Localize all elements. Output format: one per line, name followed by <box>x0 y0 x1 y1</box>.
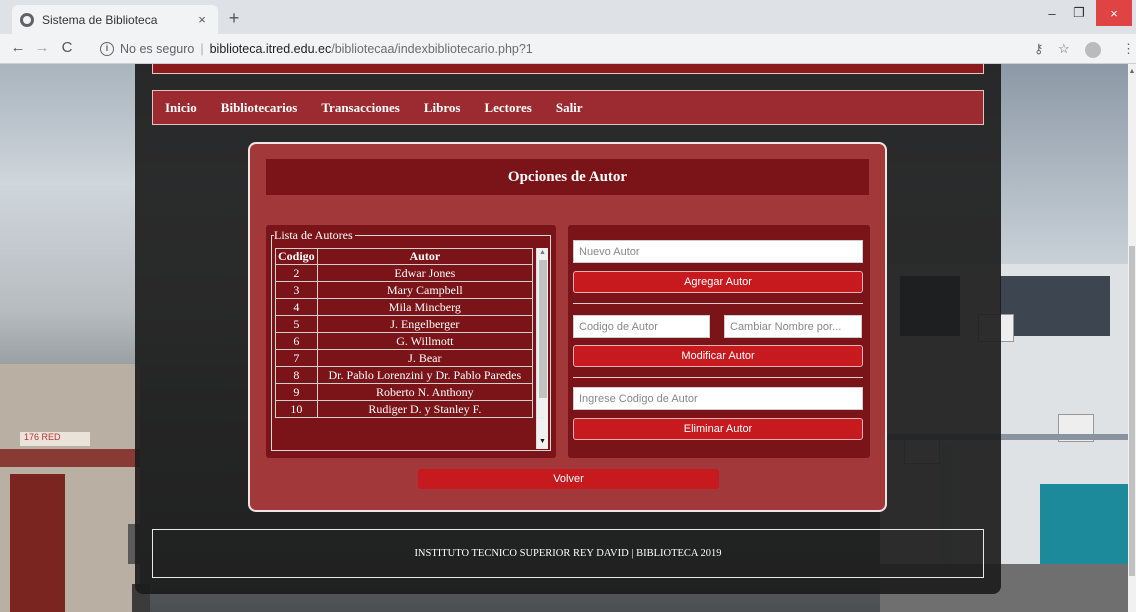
cell-author: J. Engelberger <box>317 316 532 332</box>
cell-author: J. Bear <box>317 350 532 366</box>
panel-title: Opciones de Autor <box>266 159 869 195</box>
back-button[interactable]: Volver <box>418 469 719 489</box>
header-strip <box>152 64 984 74</box>
cell-author: Mila Mincberg <box>317 299 532 315</box>
header-code: Codigo <box>276 249 317 264</box>
browser-toolbar: ← → C i No es seguro | biblioteca.itred.… <box>0 34 1136 64</box>
nav-inicio[interactable]: Inicio <box>165 100 197 116</box>
author-code-input[interactable] <box>573 315 710 338</box>
background-sign: 176 RED <box>20 432 90 446</box>
maximize-icon[interactable]: ❐ <box>1066 0 1092 26</box>
browser-tab[interactable]: Sistema de Biblioteca × <box>12 5 218 34</box>
url-path: /bibliotecaa/indexbibliotecario.php?1 <box>331 42 533 56</box>
table-row: 4 Mila Mincberg <box>276 299 532 315</box>
main-nav: Inicio Bibliotecarios Transacciones Libr… <box>152 90 984 125</box>
cell-code: 5 <box>276 316 317 332</box>
nav-libros[interactable]: Libros <box>424 100 461 116</box>
table-row: 9 Roberto N. Anthony <box>276 384 532 400</box>
cell-code: 9 <box>276 384 317 400</box>
cell-author: Roberto N. Anthony <box>317 384 532 400</box>
delete-author-button[interactable]: Eliminar Autor <box>573 418 863 440</box>
cell-code: 10 <box>276 401 317 417</box>
tab-title: Sistema de Biblioteca <box>42 12 158 27</box>
cell-code: 2 <box>276 265 317 281</box>
scroll-up-icon[interactable]: ▲ <box>539 249 546 256</box>
author-options-panel: Opciones de Autor Lista de Autores Codig… <box>248 142 887 512</box>
security-label: No es seguro <box>120 42 195 56</box>
url-separator: | <box>200 42 204 56</box>
cell-author: Rudiger D. y Stanley F. <box>317 401 532 417</box>
modify-author-button[interactable]: Modificar Autor <box>573 345 863 367</box>
info-icon[interactable]: i <box>100 42 114 56</box>
back-arrow-icon[interactable]: ← <box>8 39 28 56</box>
author-list-scrollbar[interactable]: ▲ ▼ <box>536 248 548 449</box>
cell-code: 6 <box>276 333 317 349</box>
cell-author: Dr. Pablo Lorenzini y Dr. Pablo Paredes <box>317 367 532 383</box>
author-list-box: Lista de Autores Codigo Autor 2 Edwar Jon… <box>266 225 556 458</box>
scroll-thumb[interactable] <box>539 260 547 398</box>
page-scroll-thumb[interactable] <box>1129 246 1135 576</box>
scroll-down-icon[interactable]: ▼ <box>539 438 546 445</box>
author-table: Codigo Autor 2 Edwar Jones 3 Mary Campbell… <box>275 248 533 418</box>
table-row: 8 Dr. Pablo Lorenzini y Dr. Pablo Paredes <box>276 367 532 383</box>
background-sky <box>1000 64 1128 264</box>
cell-author: Mary Campbell <box>317 282 532 298</box>
page-footer: INSTITUTO TECNICO SUPERIOR REY DAVID | B… <box>152 529 984 578</box>
key-icon[interactable]: ⚷ <box>1034 41 1044 57</box>
cell-code: 4 <box>276 299 317 315</box>
author-list-legend: Lista de Autores <box>274 228 355 243</box>
globe-icon <box>20 12 34 27</box>
header-author: Autor <box>317 249 532 264</box>
url-host: biblioteca.itred.edu.ec <box>209 42 332 56</box>
nav-bibliotecarios[interactable]: Bibliotecarios <box>221 100 298 116</box>
table-row: 7 J. Bear <box>276 350 532 366</box>
cell-code: 3 <box>276 282 317 298</box>
author-list-fieldset: Lista de Autores Codigo Autor 2 Edwar Jon… <box>271 228 551 451</box>
author-table-wrap: Codigo Autor 2 Edwar Jones 3 Mary Campbell… <box>275 248 533 449</box>
page-scroll-up-icon[interactable]: ▲ <box>1128 68 1136 75</box>
window-close-icon[interactable]: × <box>1096 0 1132 26</box>
table-row: 2 Edwar Jones <box>276 265 532 281</box>
cell-author: Edwar Jones <box>317 265 532 281</box>
nav-transacciones[interactable]: Transacciones <box>321 100 399 116</box>
browser-tabbar: Sistema de Biblioteca × + – ❐ × <box>0 0 1136 34</box>
new-author-input[interactable] <box>573 240 863 263</box>
browser-menu-icon[interactable]: ⋮ <box>1122 41 1135 57</box>
bookmark-star-icon[interactable]: ☆ <box>1058 41 1070 57</box>
background-building-left: 176 RED <box>0 364 150 612</box>
new-tab-button[interactable]: + <box>224 8 244 29</box>
cell-code: 8 <box>276 367 317 383</box>
table-header-row: Codigo Autor <box>276 249 532 264</box>
form-divider <box>573 303 863 304</box>
profile-avatar[interactable] <box>1085 42 1101 58</box>
table-row: 6 G. Willmott <box>276 333 532 349</box>
cell-author: G. Willmott <box>317 333 532 349</box>
nav-salir[interactable]: Salir <box>556 100 583 116</box>
page-viewport: 176 RED Inicio Bibliotecarios Transaccio… <box>0 64 1128 612</box>
nav-lectores[interactable]: Lectores <box>484 100 531 116</box>
rename-author-input[interactable] <box>724 315 862 338</box>
minimize-icon[interactable]: – <box>1040 0 1064 26</box>
table-row: 10 Rudiger D. y Stanley F. <box>276 401 532 417</box>
reload-icon[interactable]: C <box>57 39 77 56</box>
forward-arrow-icon[interactable]: → <box>32 39 52 56</box>
table-row: 3 Mary Campbell <box>276 282 532 298</box>
form-divider <box>573 377 863 378</box>
address-bar[interactable]: i No es seguro | biblioteca.itred.edu.ec… <box>84 37 1024 61</box>
page-scrollbar[interactable]: ▲ <box>1128 64 1136 612</box>
add-author-button[interactable]: Agregar Autor <box>573 271 863 293</box>
cell-code: 7 <box>276 350 317 366</box>
table-row: 5 J. Engelberger <box>276 316 532 332</box>
tab-close-icon[interactable]: × <box>194 12 210 27</box>
author-form-box: Agregar Autor Modificar Autor Eliminar A… <box>568 225 870 458</box>
delete-code-input[interactable] <box>573 387 863 410</box>
